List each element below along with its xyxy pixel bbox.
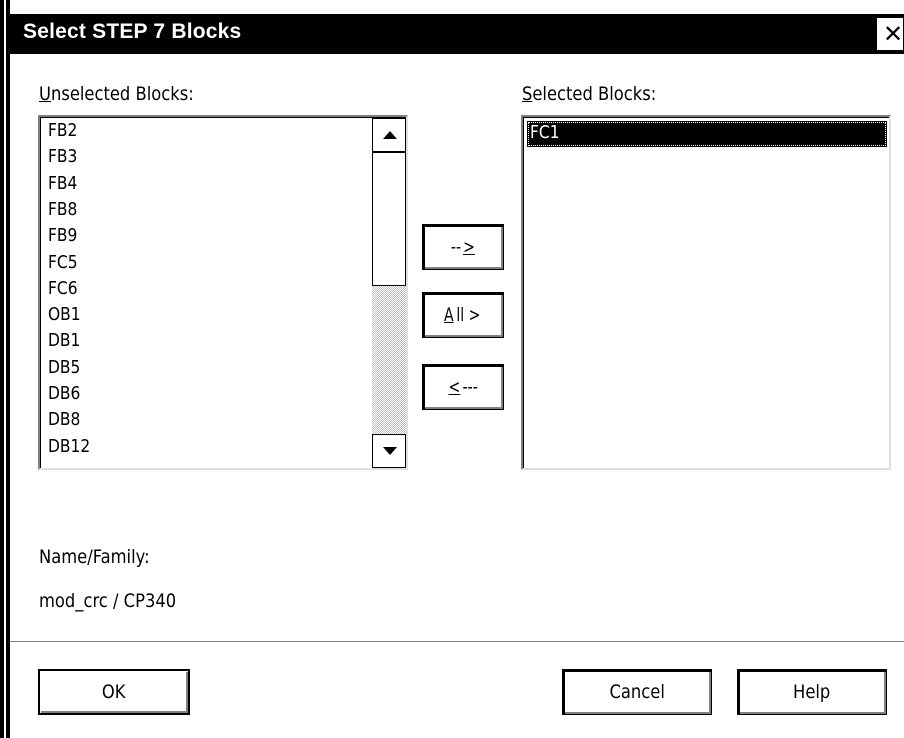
- list-item[interactable]: DB5: [48, 357, 80, 379]
- title-bar[interactable]: Select STEP 7 Blocks ✕: [10, 14, 904, 54]
- list-item[interactable]: FC5: [48, 252, 78, 274]
- cancel-button[interactable]: Cancel: [562, 669, 712, 715]
- selected-blocks-list[interactable]: FC1: [521, 115, 891, 470]
- ok-label-wrap: OK: [40, 671, 188, 713]
- help-label: Help: [793, 681, 831, 703]
- list-item[interactable]: FC6: [48, 278, 78, 300]
- unselected-list-inner: FB2 FB3 FB4 FB8 FB9 FC5 FC6 OB1 DB1 DB5 DB6 DB8 DB12: [40, 117, 406, 468]
- select-blocks-dialog: Select STEP 7 Blocks ✕ Unselected Blocks…: [0, 0, 904, 738]
- add-selected-button[interactable]: -->: [422, 224, 504, 270]
- add-all-label-accel: A: [444, 304, 454, 326]
- scroll-down-arrow-icon: [383, 447, 397, 455]
- selected-blocks-label: Selected Blocks:: [522, 83, 656, 105]
- name-family-label: Name/Family:: [39, 546, 150, 568]
- list-item[interactable]: FB3: [48, 146, 77, 168]
- unselected-list-scrollbar[interactable]: [372, 118, 406, 468]
- close-icon: ✕: [883, 20, 904, 48]
- help-button[interactable]: Help: [737, 669, 887, 715]
- unselected-blocks-list[interactable]: FB2 FB3 FB4 FB8 FB9 FC5 FC6 OB1 DB1 DB5 DB6 DB8 DB12: [38, 115, 408, 470]
- unselected-label-accel: U: [39, 83, 51, 105]
- scrollbar-thumb[interactable]: [372, 152, 406, 286]
- list-item[interactable]: DB12: [48, 436, 90, 458]
- selected-label-text: elected Blocks:: [532, 83, 657, 105]
- scroll-up-button[interactable]: [372, 118, 406, 152]
- add-all-button[interactable]: All >: [422, 292, 504, 338]
- close-button[interactable]: ✕: [876, 17, 904, 51]
- add-selected-label-pre: --: [451, 236, 462, 258]
- window-left-edge: [0, 0, 10, 738]
- scroll-up-arrow-icon: [383, 131, 397, 139]
- add-selected-label: -->: [423, 225, 503, 269]
- remove-selected-label-accel: <: [448, 376, 461, 398]
- name-family-value: mod_crc / CP340: [39, 590, 177, 612]
- selected-item-label: FC1: [530, 122, 560, 143]
- ok-button[interactable]: OK: [38, 669, 190, 715]
- list-item[interactable]: DB1: [48, 330, 80, 352]
- selected-list-item-highlighted[interactable]: FC1: [527, 121, 887, 147]
- separator-line: [10, 641, 904, 643]
- list-item[interactable]: FB8: [48, 199, 77, 221]
- list-item[interactable]: OB1: [48, 304, 81, 326]
- list-item[interactable]: FB2: [48, 120, 77, 142]
- list-item[interactable]: DB6: [48, 383, 80, 405]
- selected-label-accel: S: [522, 83, 533, 105]
- help-label-wrap: Help: [738, 670, 886, 714]
- unselected-label-text: nselected Blocks:: [50, 83, 194, 105]
- unselected-blocks-label: Unselected Blocks:: [39, 83, 194, 105]
- add-all-label: All >: [423, 293, 503, 337]
- selected-list-inner: FC1: [523, 117, 889, 468]
- list-item[interactable]: FB9: [48, 225, 77, 247]
- add-selected-label-accel: >: [463, 236, 475, 258]
- list-item[interactable]: FB4: [48, 173, 77, 195]
- list-item[interactable]: DB8: [48, 409, 80, 431]
- ok-label: OK: [102, 681, 126, 703]
- cancel-label: Cancel: [609, 681, 665, 703]
- remove-selected-button[interactable]: < ---: [422, 364, 504, 410]
- remove-selected-label-rest: ---: [462, 376, 478, 398]
- remove-selected-label: < ---: [423, 365, 503, 409]
- scroll-down-button[interactable]: [372, 434, 406, 468]
- cancel-label-wrap: Cancel: [563, 670, 711, 714]
- dialog-title: Select STEP 7 Blocks: [23, 20, 242, 43]
- add-all-label-rest: ll >: [456, 304, 481, 326]
